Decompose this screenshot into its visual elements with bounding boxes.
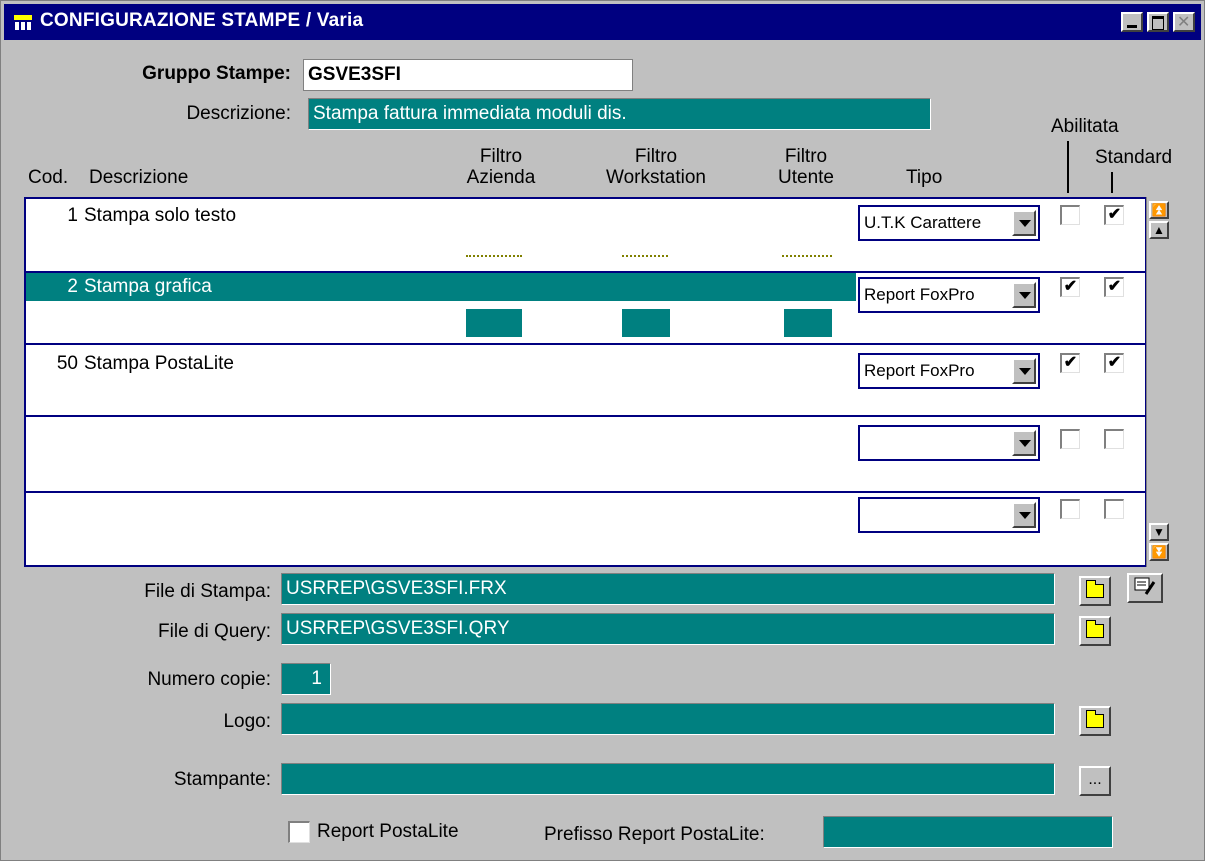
prefisso-report-label: Prefisso Report PostaLite: xyxy=(544,824,765,845)
standard-checkbox[interactable] xyxy=(1104,499,1124,519)
file-stampa-input[interactable]: USRREP\GSVE3SFI.FRX xyxy=(281,573,1055,605)
scroll-down-button[interactable]: ▼ xyxy=(1149,523,1169,541)
folder-icon xyxy=(1086,580,1104,598)
standard-checkbox[interactable]: ✔ xyxy=(1104,353,1124,373)
standard-checkbox[interactable]: ✔ xyxy=(1104,277,1124,297)
chevron-down-icon[interactable] xyxy=(1012,282,1036,308)
print-config-grid: 1 Stampa solo testo U.T.K Carattere ✔ 2 … xyxy=(24,197,1147,567)
table-row[interactable] xyxy=(26,419,1145,493)
logo-input[interactable] xyxy=(281,703,1055,735)
filtro-workstation-field[interactable] xyxy=(622,309,670,337)
table-row[interactable]: 50 Stampa PostaLite Report FoxPro ✔ ✔ xyxy=(26,343,1145,417)
window-title: CONFIGURAZIONE STAMPE / Varia xyxy=(40,10,364,31)
file-query-input[interactable]: USRREP\GSVE3SFI.QRY xyxy=(281,613,1055,645)
filtro-workstation-field[interactable] xyxy=(622,253,668,257)
close-icon: ✕ xyxy=(1177,14,1191,31)
col-tipo-header: Tipo xyxy=(906,167,943,188)
row-descrizione: Stampa PostaLite xyxy=(84,353,234,374)
standard-checkbox[interactable] xyxy=(1104,429,1124,449)
stampante-label: Stampante: xyxy=(173,769,271,790)
stampante-input[interactable] xyxy=(281,763,1055,795)
abilitata-checkbox[interactable] xyxy=(1060,499,1080,519)
filtro-utente-field[interactable] xyxy=(782,253,832,257)
arrow-up-icon: ▲ xyxy=(1153,223,1165,237)
chevron-down-icon[interactable] xyxy=(1012,430,1036,456)
stampante-browse-button[interactable]: ... xyxy=(1079,766,1111,796)
col-cod-header: Cod. xyxy=(28,167,69,188)
scroll-bottom-icon: ⏬ xyxy=(1151,545,1167,559)
tipo-select[interactable] xyxy=(858,425,1040,461)
edit-report-button[interactable] xyxy=(1127,573,1163,603)
edit-report-icon xyxy=(1134,577,1156,595)
grid-scrollbar[interactable]: ⏫ ▲ ▼ ⏬ xyxy=(1146,197,1172,567)
report-postalite-checkbox[interactable] xyxy=(288,821,310,843)
table-row[interactable] xyxy=(26,493,1145,567)
col-filtro-workstation-header: Filtro Workstation xyxy=(606,146,706,188)
abilitata-checkbox[interactable]: ✔ xyxy=(1060,277,1080,297)
filtro-azienda-field[interactable] xyxy=(466,253,522,257)
prefisso-report-input[interactable] xyxy=(823,816,1113,848)
row-descrizione: Stampa solo testo xyxy=(84,205,237,226)
row-cod: 1 xyxy=(67,205,78,226)
file-stampa-browse-button[interactable] xyxy=(1079,576,1111,606)
scroll-top-button[interactable]: ⏫ xyxy=(1149,201,1169,219)
logo-label: Logo: xyxy=(223,711,271,732)
descrizione-label: Descrizione: xyxy=(186,103,291,124)
filtro-azienda-field[interactable] xyxy=(466,309,522,337)
gruppo-stampe-input[interactable]: GSVE3SFI xyxy=(303,59,633,91)
gruppo-stampe-label: Gruppo Stampe: xyxy=(142,63,291,84)
tipo-select[interactable]: Report FoxPro xyxy=(858,277,1040,313)
logo-browse-button[interactable] xyxy=(1079,706,1111,736)
abilitata-checkbox[interactable] xyxy=(1060,205,1080,225)
numero-copie-input[interactable]: 1 xyxy=(281,663,331,695)
table-row[interactable]: 2 Stampa grafica Report FoxPro ✔ ✔ xyxy=(26,271,1145,345)
table-row[interactable]: 1 Stampa solo testo U.T.K Carattere ✔ xyxy=(26,199,1145,273)
tipo-select[interactable]: U.T.K Carattere xyxy=(858,205,1040,241)
maximize-button[interactable] xyxy=(1147,12,1169,32)
descrizione-input[interactable]: Stampa fattura immediata moduli dis. xyxy=(308,98,931,130)
chevron-down-icon[interactable] xyxy=(1012,358,1036,384)
app-icon xyxy=(12,12,34,32)
abilitata-checkbox[interactable] xyxy=(1060,429,1080,449)
col-filtro-azienda-header: Filtro Azienda xyxy=(466,146,536,188)
abilitata-checkbox[interactable]: ✔ xyxy=(1060,353,1080,373)
filtro-utente-field[interactable] xyxy=(784,309,832,337)
scroll-up-button[interactable]: ▲ xyxy=(1149,221,1169,239)
folder-icon xyxy=(1086,710,1104,728)
folder-icon xyxy=(1086,620,1104,638)
chevron-down-icon[interactable] xyxy=(1012,210,1036,236)
scroll-top-icon: ⏫ xyxy=(1151,203,1167,217)
title-bar: CONFIGURAZIONE STAMPE / Varia ✕ xyxy=(4,4,1201,40)
row-cod: 2 xyxy=(67,276,78,297)
file-query-browse-button[interactable] xyxy=(1079,616,1111,646)
file-query-label: File di Query: xyxy=(158,621,271,642)
row-cod: 50 xyxy=(56,353,78,374)
standard-checkbox[interactable]: ✔ xyxy=(1104,205,1124,225)
tipo-select[interactable] xyxy=(858,497,1040,533)
standard-leader-line xyxy=(1111,172,1113,193)
window: CONFIGURAZIONE STAMPE / Varia ✕ Gruppo S… xyxy=(0,0,1205,861)
file-stampa-label: File di Stampa: xyxy=(144,581,271,602)
tipo-select[interactable]: Report FoxPro xyxy=(858,353,1040,389)
arrow-down-icon: ▼ xyxy=(1153,525,1165,539)
minimize-button[interactable] xyxy=(1121,12,1143,32)
scroll-bottom-button[interactable]: ⏬ xyxy=(1149,543,1169,561)
close-button[interactable]: ✕ xyxy=(1173,12,1195,32)
col-filtro-utente-header: Filtro Utente xyxy=(778,146,834,188)
col-standard-header: Standard xyxy=(1095,147,1173,168)
chevron-down-icon[interactable] xyxy=(1012,502,1036,528)
abilitata-leader-line xyxy=(1067,141,1069,193)
report-postalite-label: Report PostaLite xyxy=(317,821,459,842)
col-abilitata-header: Abilitata xyxy=(1051,116,1119,137)
row-descrizione: Stampa grafica xyxy=(84,276,212,297)
numero-copie-label: Numero copie: xyxy=(147,669,271,690)
col-descrizione-header: Descrizione xyxy=(89,167,189,188)
